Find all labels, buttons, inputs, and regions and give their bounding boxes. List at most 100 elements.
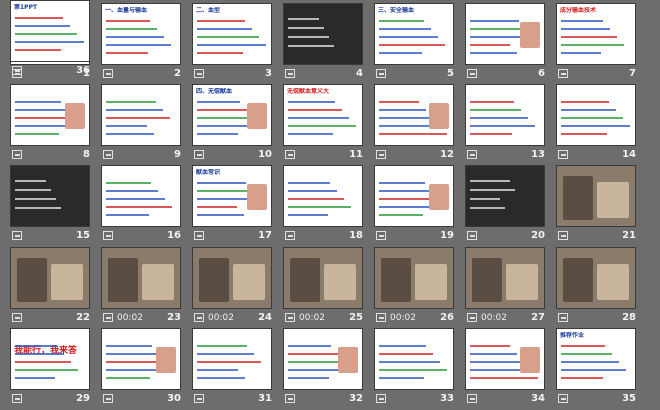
transition-icon[interactable]: [12, 394, 22, 403]
slide-preview[interactable]: 推荐作业: [556, 328, 636, 390]
slide-preview[interactable]: [283, 328, 363, 390]
slide-preview[interactable]: [101, 247, 181, 309]
slide-thumbnail-15[interactable]: 15: [10, 165, 90, 244]
slide-thumbnail-12[interactable]: 12: [374, 84, 454, 163]
transition-icon[interactable]: [285, 231, 295, 240]
transition-icon[interactable]: [103, 231, 113, 240]
slide-thumbnail-17[interactable]: 献血常识 17: [192, 165, 272, 244]
transition-icon[interactable]: [467, 150, 477, 159]
transition-icon[interactable]: [12, 150, 22, 159]
transition-icon[interactable]: [12, 313, 22, 322]
slide-thumbnail-21[interactable]: 21: [556, 165, 636, 244]
slide-preview[interactable]: [283, 247, 363, 309]
slide-preview[interactable]: 一、血量与输血: [101, 3, 181, 65]
slide-thumbnail-10[interactable]: 四、无偿献血 10: [192, 84, 272, 163]
slide-preview[interactable]: 二、血型: [192, 3, 272, 65]
slide-preview[interactable]: [283, 3, 363, 65]
transition-icon[interactable]: [467, 394, 477, 403]
slide-preview[interactable]: 无偿献血意义大: [283, 84, 363, 146]
slide-thumbnail-34[interactable]: 34: [465, 328, 545, 407]
transition-icon[interactable]: [103, 313, 113, 322]
slide-preview[interactable]: [101, 165, 181, 227]
transition-icon[interactable]: [194, 150, 204, 159]
slide-preview[interactable]: 献血常识: [192, 165, 272, 227]
slide-thumbnail-19[interactable]: 19: [374, 165, 454, 244]
slide-thumbnail-26[interactable]: 00:02 26: [374, 247, 454, 326]
slide-thumbnail-30[interactable]: 30: [101, 328, 181, 407]
slide-thumbnail-14[interactable]: 14: [556, 84, 636, 163]
slide-thumbnail-28[interactable]: 28: [556, 247, 636, 326]
transition-icon[interactable]: [12, 231, 22, 240]
transition-icon[interactable]: [558, 394, 568, 403]
slide-preview[interactable]: [374, 328, 454, 390]
transition-icon[interactable]: [376, 394, 386, 403]
transition-icon[interactable]: [558, 150, 568, 159]
slide-preview[interactable]: [101, 328, 181, 390]
slide-preview[interactable]: [465, 3, 545, 65]
slide-preview[interactable]: 三、安全输血: [374, 3, 454, 65]
slide-preview[interactable]: [192, 247, 272, 309]
slide-thumbnail-2[interactable]: 一、血量与输血 2: [101, 3, 181, 82]
slide-thumbnail-4[interactable]: 4: [283, 3, 363, 82]
transition-icon[interactable]: [285, 313, 295, 322]
transition-icon[interactable]: [467, 69, 477, 78]
transition-icon[interactable]: [285, 69, 295, 78]
slide-preview[interactable]: 第1PPT: [10, 0, 90, 62]
slide-preview[interactable]: [10, 165, 90, 227]
transition-icon[interactable]: [467, 313, 477, 322]
slide-thumbnail-8[interactable]: 8: [10, 84, 90, 163]
slide-preview[interactable]: [101, 84, 181, 146]
transition-icon[interactable]: [376, 231, 386, 240]
slide-preview[interactable]: [10, 84, 90, 146]
slide-thumbnail-3[interactable]: 二、血型 3: [192, 3, 272, 82]
slide-thumbnail-16[interactable]: 16: [101, 165, 181, 244]
slide-thumbnail-29[interactable]: 我能行，我来答 29: [10, 328, 90, 407]
slide-preview[interactable]: [374, 84, 454, 146]
slide-preview[interactable]: [374, 247, 454, 309]
transition-icon[interactable]: [194, 313, 204, 322]
slide-thumbnail-7[interactable]: 成分输血技术 7: [556, 3, 636, 82]
transition-icon[interactable]: [12, 66, 22, 75]
slide-thumbnail-6[interactable]: 6: [465, 3, 545, 82]
slide-preview[interactable]: 四、无偿献血: [192, 84, 272, 146]
transition-icon[interactable]: [376, 69, 386, 78]
slide-thumbnail-5[interactable]: 三、安全输血 5: [374, 3, 454, 82]
slide-preview[interactable]: [465, 328, 545, 390]
transition-icon[interactable]: [285, 394, 295, 403]
transition-icon[interactable]: [285, 150, 295, 159]
slide-thumbnail-20[interactable]: 20: [465, 165, 545, 244]
slide-thumbnail-24[interactable]: 00:02 24: [192, 247, 272, 326]
slide-preview[interactable]: [556, 247, 636, 309]
slide-preview[interactable]: [374, 165, 454, 227]
transition-icon[interactable]: [103, 150, 113, 159]
slide-thumbnail-11[interactable]: 无偿献血意义大 11: [283, 84, 363, 163]
transition-icon[interactable]: [194, 394, 204, 403]
slide-preview[interactable]: [465, 247, 545, 309]
slide-preview[interactable]: [465, 165, 545, 227]
slide-thumbnail-25[interactable]: 00:02 25: [283, 247, 363, 326]
transition-icon[interactable]: [194, 69, 204, 78]
slide-thumbnail-32[interactable]: 32: [283, 328, 363, 407]
slide-thumbnail-33[interactable]: 33: [374, 328, 454, 407]
transition-icon[interactable]: [194, 231, 204, 240]
slide-thumbnail-35[interactable]: 推荐作业 35: [556, 328, 636, 407]
transition-icon[interactable]: [558, 69, 568, 78]
transition-icon[interactable]: [467, 231, 477, 240]
transition-icon[interactable]: [558, 313, 568, 322]
slide-preview[interactable]: [556, 84, 636, 146]
slide-thumbnail-31[interactable]: 31: [192, 328, 272, 407]
slide-thumbnail-22[interactable]: 22: [10, 247, 90, 326]
slide-thumbnail-36[interactable]: 第1PPT 36: [10, 0, 90, 79]
transition-icon[interactable]: [376, 150, 386, 159]
slide-preview[interactable]: 我能行，我来答: [10, 328, 90, 390]
slide-preview[interactable]: 成分输血技术: [556, 3, 636, 65]
slide-thumbnail-9[interactable]: 9: [101, 84, 181, 163]
slide-thumbnail-13[interactable]: 13: [465, 84, 545, 163]
slide-preview[interactable]: [283, 165, 363, 227]
slide-thumbnail-23[interactable]: 00:02 23: [101, 247, 181, 326]
slide-preview[interactable]: [10, 247, 90, 309]
slide-thumbnail-18[interactable]: 18: [283, 165, 363, 244]
transition-icon[interactable]: [376, 313, 386, 322]
slide-preview[interactable]: [465, 84, 545, 146]
transition-icon[interactable]: [103, 394, 113, 403]
